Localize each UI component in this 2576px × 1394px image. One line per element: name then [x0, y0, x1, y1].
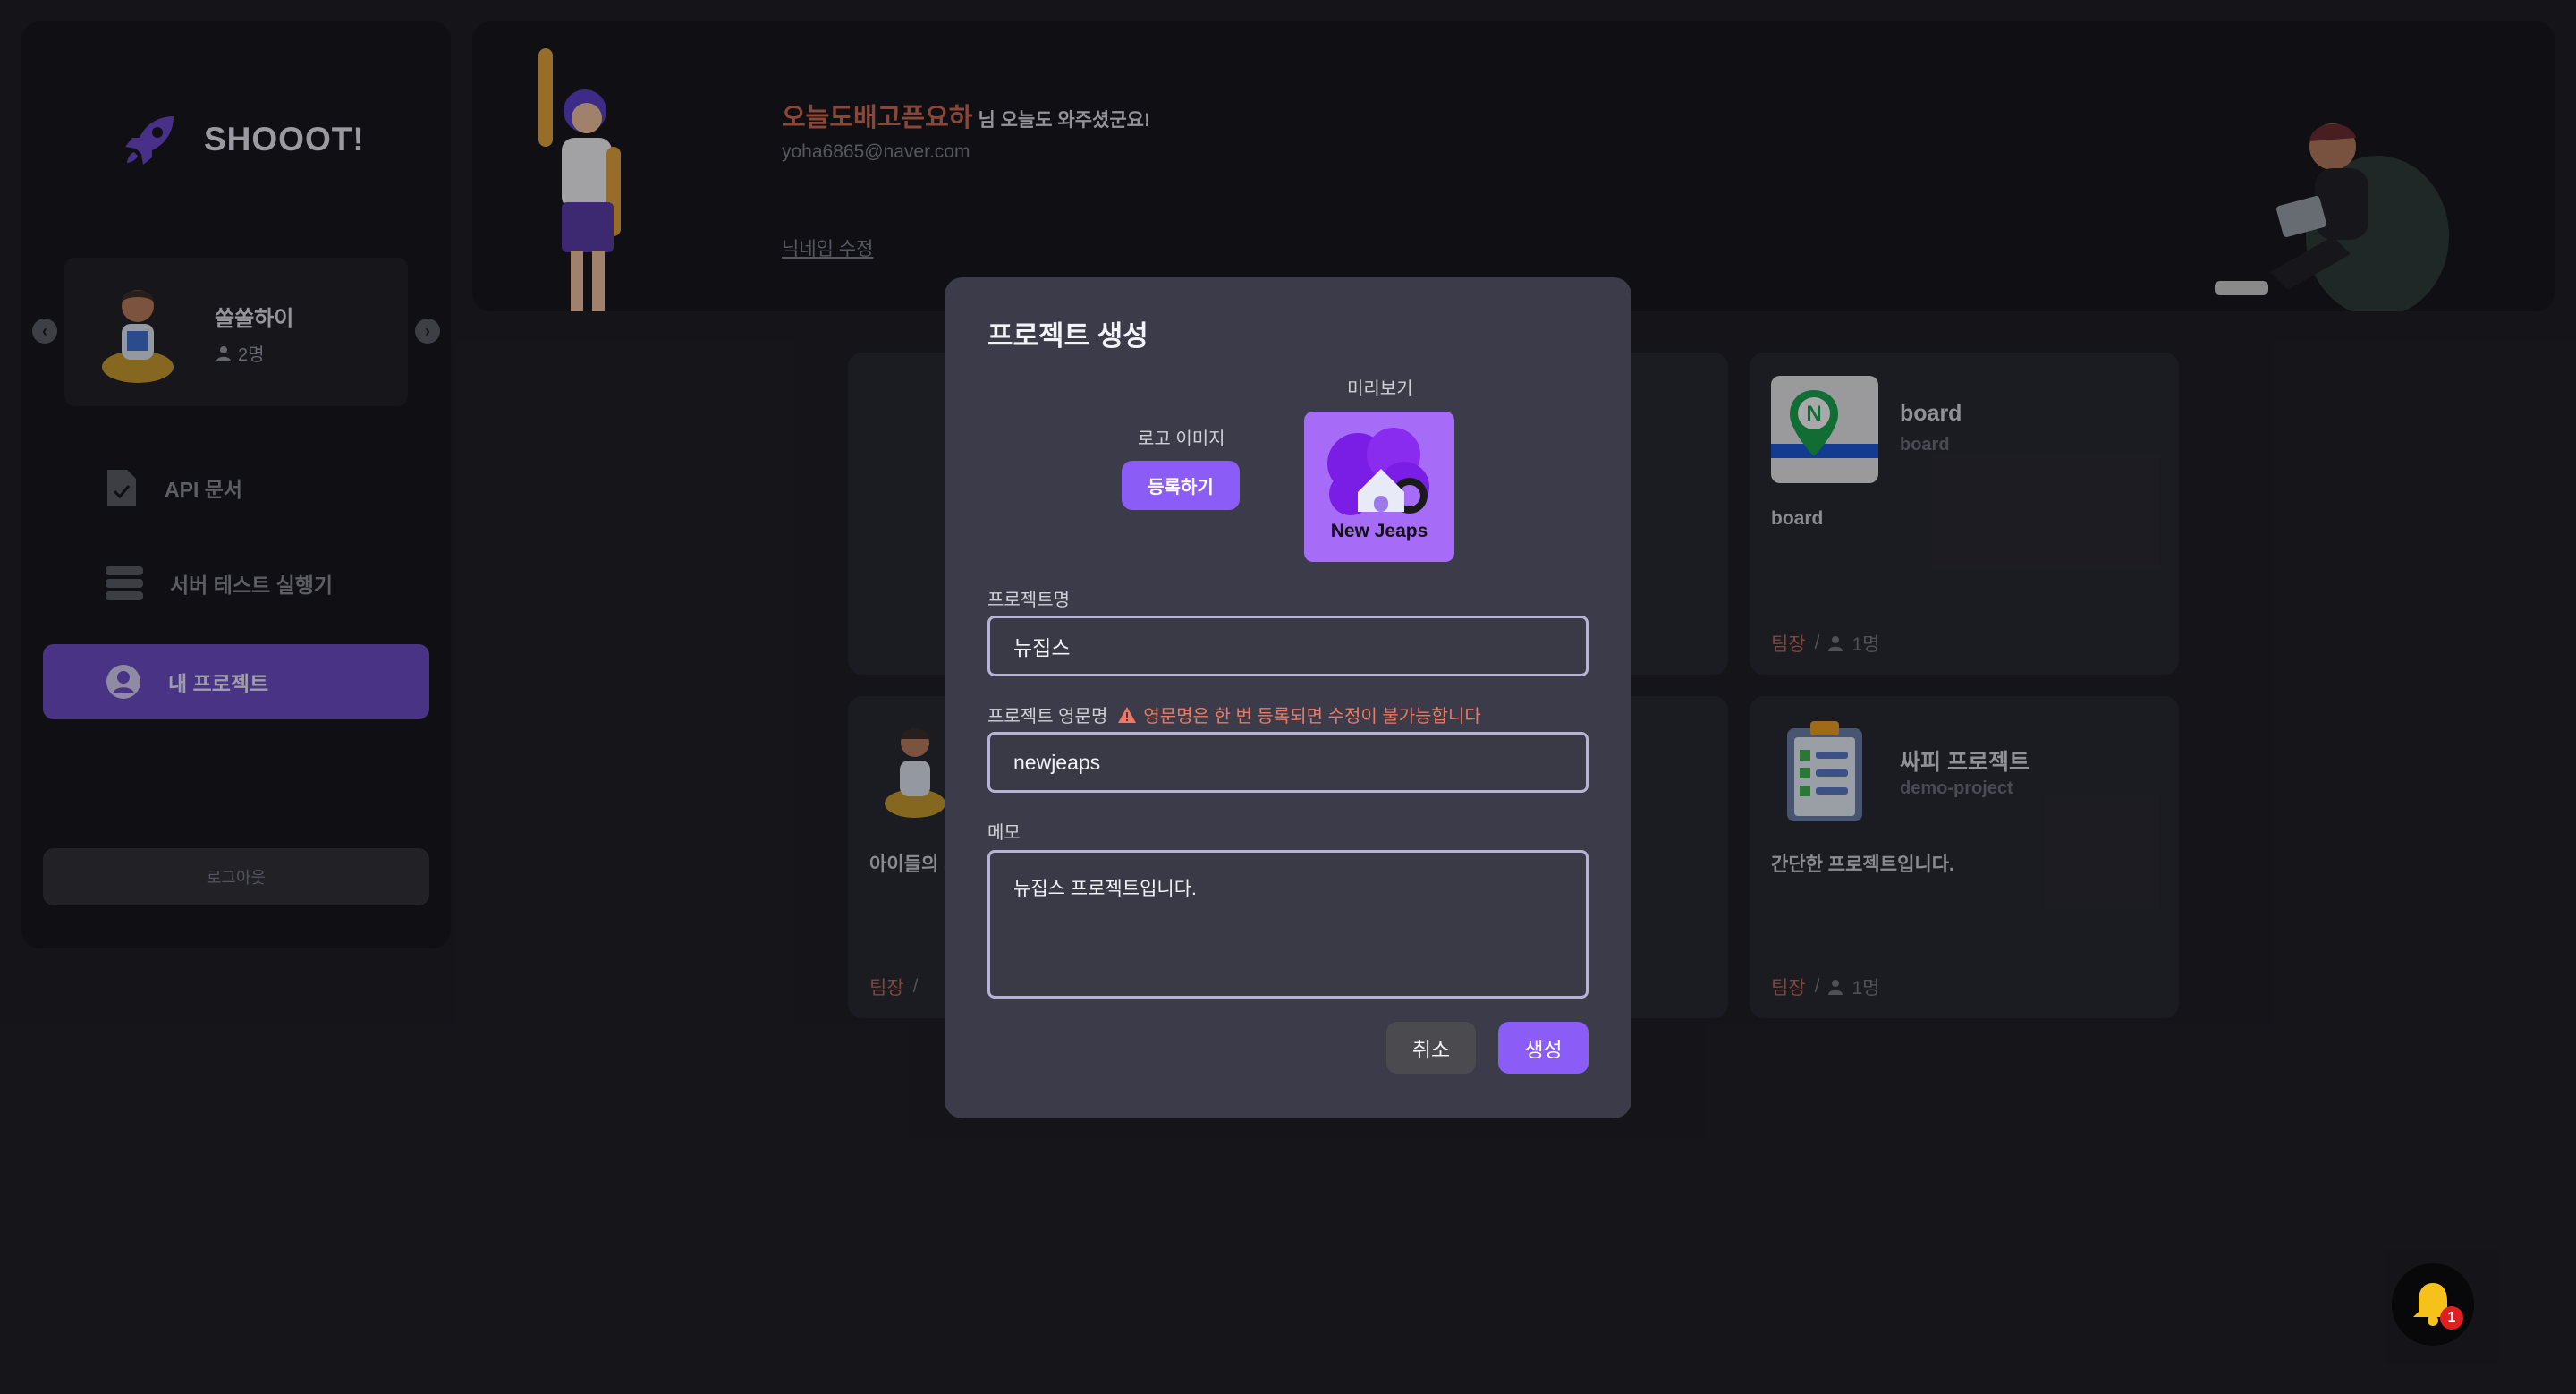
english-name-warning: 영문명은 한 번 등록되면 수정이 불가능합니다 [1118, 701, 1481, 727]
project-name-input[interactable]: 뉴집스 [987, 616, 1589, 676]
cancel-button[interactable]: 취소 [1386, 1022, 1476, 1074]
warning-icon [1118, 706, 1137, 723]
memo-textarea[interactable]: 뉴집스 프로젝트입니다. [987, 850, 1589, 999]
english-name-label: 프로젝트 영문명 [987, 707, 1108, 727]
notification-badge: 1 [2440, 1306, 2463, 1330]
english-name-warning-text: 영문명은 한 번 등록되면 수정이 불가능합니다 [1143, 707, 1481, 727]
create-button[interactable]: 생성 [1498, 1022, 1589, 1074]
notification-button[interactable]: 1 [2392, 1263, 2474, 1346]
register-logo-button[interactable]: 등록하기 [1122, 461, 1240, 510]
modal-title: 프로젝트 생성 [987, 320, 1148, 352]
logo-image-label: 로고 이미지 [1138, 429, 1225, 449]
project-name-label: 프로젝트명 [987, 591, 1070, 610]
preview-logo-text: New Jeaps [1330, 521, 1428, 541]
memo-label: 메모 [987, 823, 1021, 843]
preview-label: 미리보기 [1347, 379, 1413, 399]
memo-text: 뉴집스 프로젝트입니다. [1013, 879, 1197, 899]
english-name-label-row: 프로젝트 영문명 영문명은 한 번 등록되면 수정이 불가능합니다 [987, 701, 1481, 727]
project-english-name-input[interactable]: newjeaps [987, 732, 1589, 793]
